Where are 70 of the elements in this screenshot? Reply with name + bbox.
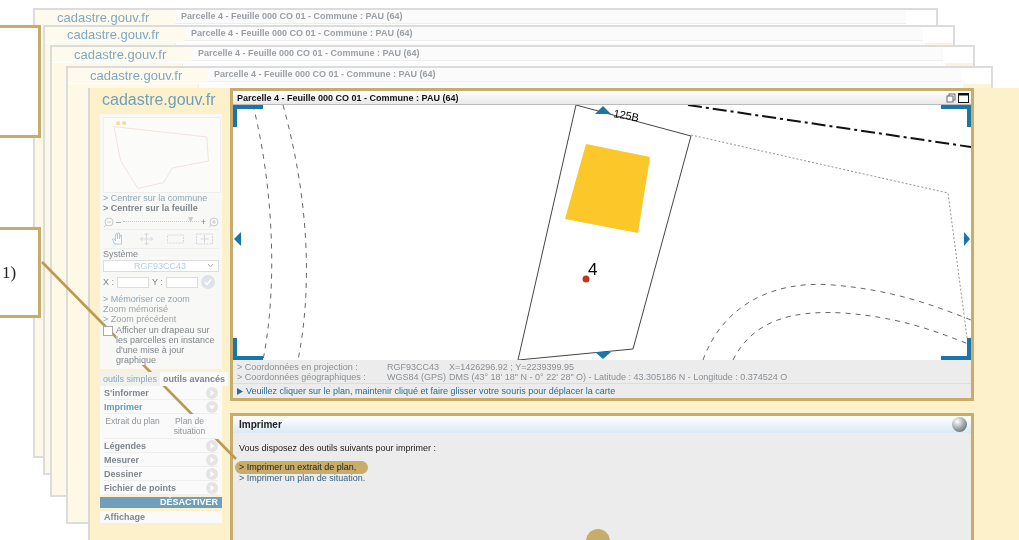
site-logo: cadastre.gouv.fr: [45, 27, 185, 42]
corner-bracket: [941, 338, 971, 360]
map-hint: Veuillez cliquer sur le plan, maintenir cliqué et faire glisser votre souris pour déplacer la carte: [246, 386, 616, 396]
x-input-field[interactable]: [117, 276, 149, 288]
validate-check-icon[interactable]: [200, 275, 215, 289]
corner-bracket: [233, 105, 263, 127]
map-title: Parcelle 4 - Feuille 000 CO 01 - Commune : PAU (64): [237, 92, 459, 103]
pan-arrow-icon[interactable]: [964, 232, 970, 246]
zoom-out-icon[interactable]: [103, 216, 114, 228]
window-title: Parcelle 4 - Feuille 000 CO 01 - Commune : PAU (64): [185, 27, 923, 41]
zoom-link[interactable]: > Mémoriser ce zoom: [103, 294, 219, 304]
print-link[interactable]: > Imprimer un plan de situation.: [235, 474, 370, 483]
play-arrow-icon: [237, 387, 243, 395]
x-label: X :: [103, 277, 114, 287]
tool-item[interactable]: Dessiner: [104, 467, 218, 481]
arrow-circle-icon[interactable]: [206, 439, 218, 452]
arrow-circle-icon[interactable]: [206, 467, 218, 480]
tool-tab[interactable]: outils avancés: [160, 372, 229, 386]
checkbox[interactable]: [103, 326, 113, 336]
tool-tab[interactable]: outils simples: [100, 372, 161, 386]
pan-arrow-icon[interactable]: [234, 232, 241, 246]
arrow-circle-icon[interactable]: [206, 386, 218, 399]
cadastral-map[interactable]: 4 125B: [233, 105, 971, 360]
maximize-icon[interactable]: [958, 92, 969, 103]
map-link[interactable]: > Centrer sur la commune: [103, 193, 219, 203]
window-title: Parcelle 4 - Feuille 000 CO 01 - Commune : PAU (64): [192, 47, 943, 61]
window-title: Parcelle 4 - Feuille 000 CO 01 - Commune : PAU (64): [208, 68, 961, 82]
tool-item[interactable]: Légendes: [104, 439, 218, 453]
corner-bracket: [233, 338, 263, 360]
parcel-number: 4: [588, 260, 598, 279]
display-section[interactable]: Affichage: [100, 511, 222, 523]
panel-title: Imprimer: [239, 419, 282, 430]
coordinate-system: WGS84 (GPS): [387, 372, 447, 382]
panel-intro: Vous disposez des outils suivants pour imprimer :: [239, 443, 438, 453]
tool-item[interactable]: Fichier de points: [104, 481, 218, 495]
site-logo: cadastre.gouv.fr: [52, 47, 192, 62]
corner-bracket: [941, 105, 971, 127]
system-label: Système: [103, 249, 139, 259]
coordinate-label: > Coordonnées en projection :: [237, 362, 359, 372]
callout-label: 1): [2, 262, 17, 283]
site-logo: cadastre.gouv.fr: [101, 90, 217, 110]
parcel-point[interactable]: [582, 275, 590, 283]
print-option[interactable]: Plan de situation: [161, 416, 218, 436]
zoom-plus[interactable]: +: [200, 217, 206, 227]
coordinate-value: DMS (43° 18' 18" N - 0° 22' 28" O) - Latitude : 43.305186 N - Longitude : 0.374524 O: [449, 372, 789, 382]
site-logo: cadastre.gouv.fr: [68, 68, 208, 83]
neighbor-parcel-label: 125B: [612, 107, 641, 124]
window-title: Parcelle 4 - Feuille 000 CO 01 - Commune : PAU (64): [175, 10, 906, 24]
zoom-thumb[interactable]: [188, 217, 194, 223]
zoom-in-icon[interactable]: [208, 216, 219, 228]
pan-arrow-icon[interactable]: [595, 352, 611, 359]
tool-item[interactable]: S'informer: [104, 386, 218, 400]
site-logo: cadastre.gouv.fr: [35, 10, 175, 25]
print-option[interactable]: Extrait du plan: [104, 416, 161, 436]
coordinate-value: X=1426296.92 ; Y=2239399.95: [449, 362, 575, 372]
zoom-minus[interactable]: –: [116, 217, 121, 227]
coordinate-system: RGF93CC43: [387, 362, 441, 372]
arrow-circle-icon[interactable]: [206, 400, 218, 413]
pan-arrow-icon[interactable]: [595, 106, 611, 114]
y-input-field[interactable]: [165, 276, 198, 288]
deactivate-button[interactable]: DÉSACTIVER: [100, 497, 222, 508]
arrow-circle-icon[interactable]: [206, 481, 218, 494]
help-icon[interactable]: [952, 417, 967, 432]
print-link[interactable]: > Imprimer un extrait de plan,: [235, 461, 369, 474]
map-link[interactable]: > Centrer sur la feuille: [103, 203, 219, 213]
overview-map[interactable]: [103, 117, 221, 193]
coordinate-label: > Coordonnées géographiques :: [237, 372, 367, 382]
arrow-circle-icon[interactable]: [206, 453, 218, 466]
y-label: Y :: [152, 277, 163, 287]
tool-item[interactable]: Mesurer: [104, 453, 218, 467]
